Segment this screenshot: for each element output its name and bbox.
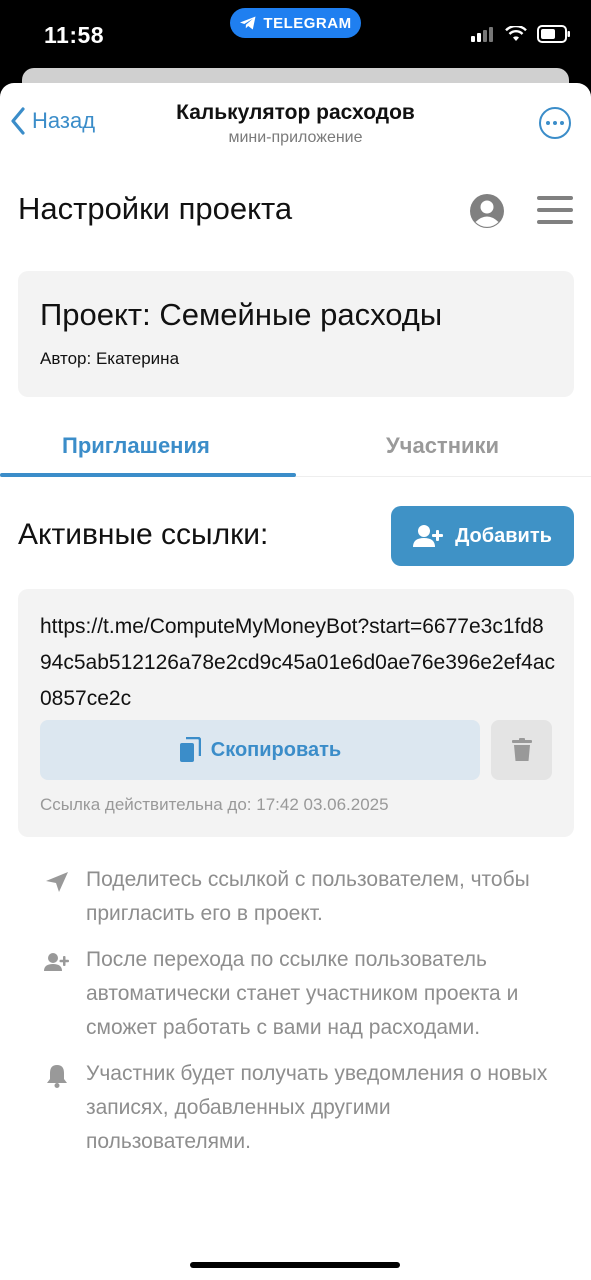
wifi-icon: [505, 26, 527, 41]
telegram-icon: [240, 16, 256, 30]
project-card: Проект: Семейные расходы Автор: Екатерин…: [18, 271, 574, 397]
user-profile-icon[interactable]: [469, 193, 505, 229]
app-subtitle: мини-приложение: [228, 129, 363, 146]
status-icons: [471, 25, 571, 43]
trash-icon: [511, 738, 532, 761]
page-header: Настройки проекта: [18, 183, 573, 243]
telegram-pill[interactable]: TELEGRAM: [230, 8, 361, 38]
add-link-label: Добавить: [455, 524, 552, 547]
copy-icon: [179, 737, 201, 762]
user-plus-icon: [44, 949, 70, 975]
status-time: 11:58: [44, 22, 105, 48]
page-title: Настройки проекта: [18, 191, 293, 226]
tip-item: Поделитесь ссылкой с пользователем, чтоб…: [44, 863, 561, 931]
tip-item: После перехода по ссылке пользователь ав…: [44, 943, 561, 1045]
link-expiry: Ссылка действительна до: 17:42 03.06.202…: [40, 795, 389, 814]
telegram-pill-label: TELEGRAM: [263, 14, 352, 32]
mini-app-window: Назад Калькулятор расходов мини-приложен…: [0, 83, 591, 1280]
dot: [560, 121, 564, 125]
active-links-title: Активные ссылки:: [18, 518, 269, 551]
dot: [546, 121, 550, 125]
tip-text: После перехода по ссылке пользователь ав…: [86, 948, 519, 1039]
hamburger-menu-icon[interactable]: [537, 195, 573, 225]
copy-link-button[interactable]: Скопировать: [40, 720, 480, 780]
active-tab-indicator: [0, 473, 296, 477]
tab-bar: Приглашения Участники: [0, 413, 591, 477]
project-author: Автор: Екатерина: [40, 349, 180, 368]
tips-list: Поделитесь ссылкой с пользователем, чтоб…: [44, 863, 561, 1171]
nav-bar: Назад Калькулятор расходов мини-приложен…: [0, 83, 591, 163]
tip-text: Участник будет получать уведомления о но…: [86, 1062, 548, 1153]
tip-text: Поделитесь ссылкой с пользователем, чтоб…: [86, 868, 530, 925]
invite-link-card: https://t.me/ComputeMyMoneyBot?start=667…: [18, 589, 574, 837]
copy-link-label: Скопировать: [210, 738, 342, 761]
add-link-button[interactable]: Добавить: [391, 506, 574, 566]
invite-link-url: https://t.me/ComputeMyMoneyBot?start=667…: [40, 615, 556, 710]
user-plus-icon: [413, 525, 444, 547]
battery-icon: [537, 25, 570, 43]
tab-invitations[interactable]: Приглашения: [62, 433, 210, 459]
tip-item: Участник будет получать уведомления о но…: [44, 1057, 561, 1159]
status-bar: 11:58 TELEGRAM: [0, 0, 591, 70]
project-name: Проект: Семейные расходы: [40, 297, 443, 332]
paper-plane-icon: [44, 869, 70, 895]
delete-link-button[interactable]: [491, 720, 552, 780]
more-options-button[interactable]: [539, 107, 571, 139]
home-indicator: [190, 1262, 400, 1268]
dot: [553, 121, 557, 125]
tab-members[interactable]: Участники: [386, 433, 499, 459]
signal-icon: [471, 27, 493, 42]
app-title: Калькулятор расходов: [176, 101, 415, 124]
links-header: Активные ссылки: Добавить: [18, 506, 574, 566]
bell-icon: [44, 1063, 70, 1089]
